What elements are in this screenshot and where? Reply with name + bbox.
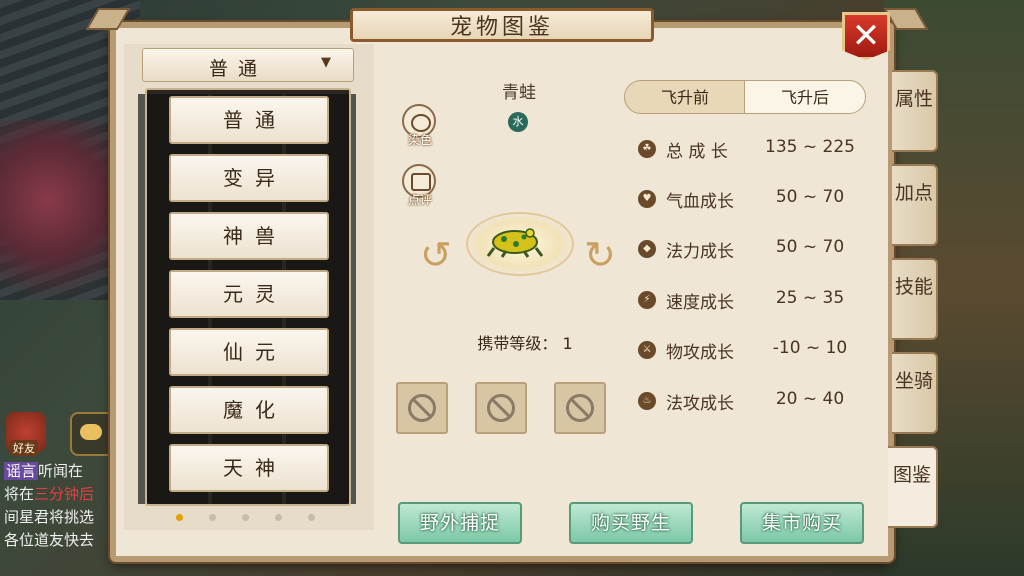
skill-slot-locked[interactable] — [396, 382, 448, 434]
chat-highlight: 三分钟后 — [34, 485, 95, 503]
side-tab-attributes[interactable]: 属性 — [892, 70, 938, 152]
category-selected: 普通 — [208, 58, 267, 80]
skill-slot-locked[interactable] — [475, 382, 527, 434]
category-option-yuanling[interactable]: 元灵 — [169, 270, 329, 318]
stat-value: 135 ~ 225 — [765, 137, 855, 157]
stat-value: 25 ~ 35 — [775, 288, 845, 308]
background-tree — [0, 120, 120, 320]
category-option-mohua[interactable]: 魔化 — [169, 386, 329, 434]
side-tab-add-points[interactable]: 加点 — [892, 164, 938, 246]
friend-button[interactable]: 好友 — [6, 412, 46, 456]
eye-icon — [411, 114, 431, 132]
chat-text: 将在 — [4, 485, 35, 503]
category-option-putong[interactable]: 普通 — [169, 96, 329, 144]
chat-line: 各位道友快去 — [4, 531, 95, 549]
rotate-right-icon[interactable]: ↻ — [584, 236, 616, 274]
stat-name: 物攻成长 — [666, 343, 734, 363]
page-dot-active — [176, 514, 183, 521]
stat-value: -10 ~ 10 — [772, 338, 848, 358]
stat-row-magic-attack: ♨ 法攻成长 20 ~ 40 — [638, 389, 868, 415]
tab-after-ascension[interactable]: 飞升后 — [744, 80, 866, 114]
chat-text: 听闻在 — [38, 462, 84, 480]
chat-line: 将在三分钟后 — [4, 483, 114, 506]
side-tab-codex[interactable]: 图鉴 — [888, 446, 938, 528]
stat-row-mana: ◆ 法力成长 50 ~ 70 — [638, 237, 868, 263]
stat-value: 20 ~ 40 — [775, 389, 845, 409]
side-tab-mount[interactable]: 坐骑 — [892, 352, 938, 434]
chat-line: 间星君将挑选 — [4, 508, 95, 526]
mana-drop-icon: ◆ — [638, 240, 656, 258]
chat-bubble-icon[interactable] — [70, 412, 114, 456]
stat-row-hp: ♥ 气血成长 50 ~ 70 — [638, 187, 868, 213]
stat-row-phys-attack: ⚔ 物攻成长 -10 ~ 10 — [638, 338, 868, 364]
chat-line: 谣言 听闻在 — [4, 460, 114, 483]
comment-icon — [411, 173, 431, 191]
lightning-icon: ⚡ — [638, 291, 656, 309]
carry-level-label: 携带等级： — [477, 334, 558, 353]
chevron-down-icon: ▼ — [321, 55, 331, 70]
stat-name: 法攻成长 — [666, 394, 734, 414]
stat-value: 50 ~ 70 — [775, 237, 845, 257]
side-tab-skills[interactable]: 技能 — [892, 258, 938, 340]
stat-name: 气血成长 — [666, 192, 734, 212]
rumor-tag: 谣言 — [4, 462, 39, 480]
stat-row-speed: ⚡ 速度成长 25 ~ 35 — [638, 288, 868, 314]
category-option-shenshou[interactable]: 神兽 — [169, 212, 329, 260]
flame-icon: ♨ — [638, 392, 656, 410]
category-option-xianyuan[interactable]: 仙元 — [169, 328, 329, 376]
review-label: 点评 — [407, 193, 432, 207]
wild-capture-button[interactable]: 野外捕捉 — [398, 502, 522, 544]
sword-icon: ⚔ — [638, 341, 656, 359]
market-buy-button[interactable]: 集市购买 — [740, 502, 864, 544]
stat-value: 50 ~ 70 — [775, 187, 845, 207]
page-dot — [275, 514, 282, 521]
stat-name: 法力成长 — [666, 242, 734, 262]
water-element-icon: 水 — [508, 112, 528, 132]
close-icon: ✕ — [851, 16, 881, 56]
category-option-tianshen[interactable]: 天神 — [169, 444, 329, 492]
dye-label: 染色 — [407, 133, 432, 147]
category-dropdown[interactable]: 普通 ▼ — [142, 48, 354, 82]
stat-name: 速度成长 — [666, 293, 734, 313]
page-dot — [308, 514, 315, 521]
category-option-bianyi[interactable]: 变异 — [169, 154, 329, 202]
growth-icon: ☘ — [638, 140, 656, 158]
category-menu: 普通 变异 神兽 元灵 仙元 魔化 天神 — [145, 88, 351, 506]
page-indicator — [176, 514, 315, 521]
heart-icon: ♥ — [638, 190, 656, 208]
rotate-left-icon[interactable]: ↺ — [420, 236, 452, 274]
friend-label: 好友 — [10, 440, 38, 456]
window-title: 宠物图鉴 — [350, 8, 654, 42]
ascension-tabs: 飞升前 飞升后 — [624, 80, 866, 114]
close-button[interactable]: ✕ — [842, 12, 890, 60]
carry-level: 携带等级： 1 — [460, 330, 590, 354]
page-dot — [209, 514, 216, 521]
pet-name: 青蛙 — [502, 83, 536, 103]
buy-wild-button[interactable]: 购买野生 — [569, 502, 693, 544]
frog-pet-model[interactable] — [486, 224, 544, 258]
carry-level-value: 1 — [562, 334, 573, 353]
stat-row-total: ☘ 总 成 长 135 ~ 225 — [638, 137, 868, 163]
chat-log: 谣言 听闻在 将在三分钟后 间星君将挑选 各位道友快去 — [4, 460, 114, 552]
tab-before-ascension[interactable]: 飞升前 — [624, 80, 746, 114]
page-dot — [242, 514, 249, 521]
stat-name: 总 成 长 — [666, 142, 728, 162]
skill-slot-locked[interactable] — [554, 382, 606, 434]
